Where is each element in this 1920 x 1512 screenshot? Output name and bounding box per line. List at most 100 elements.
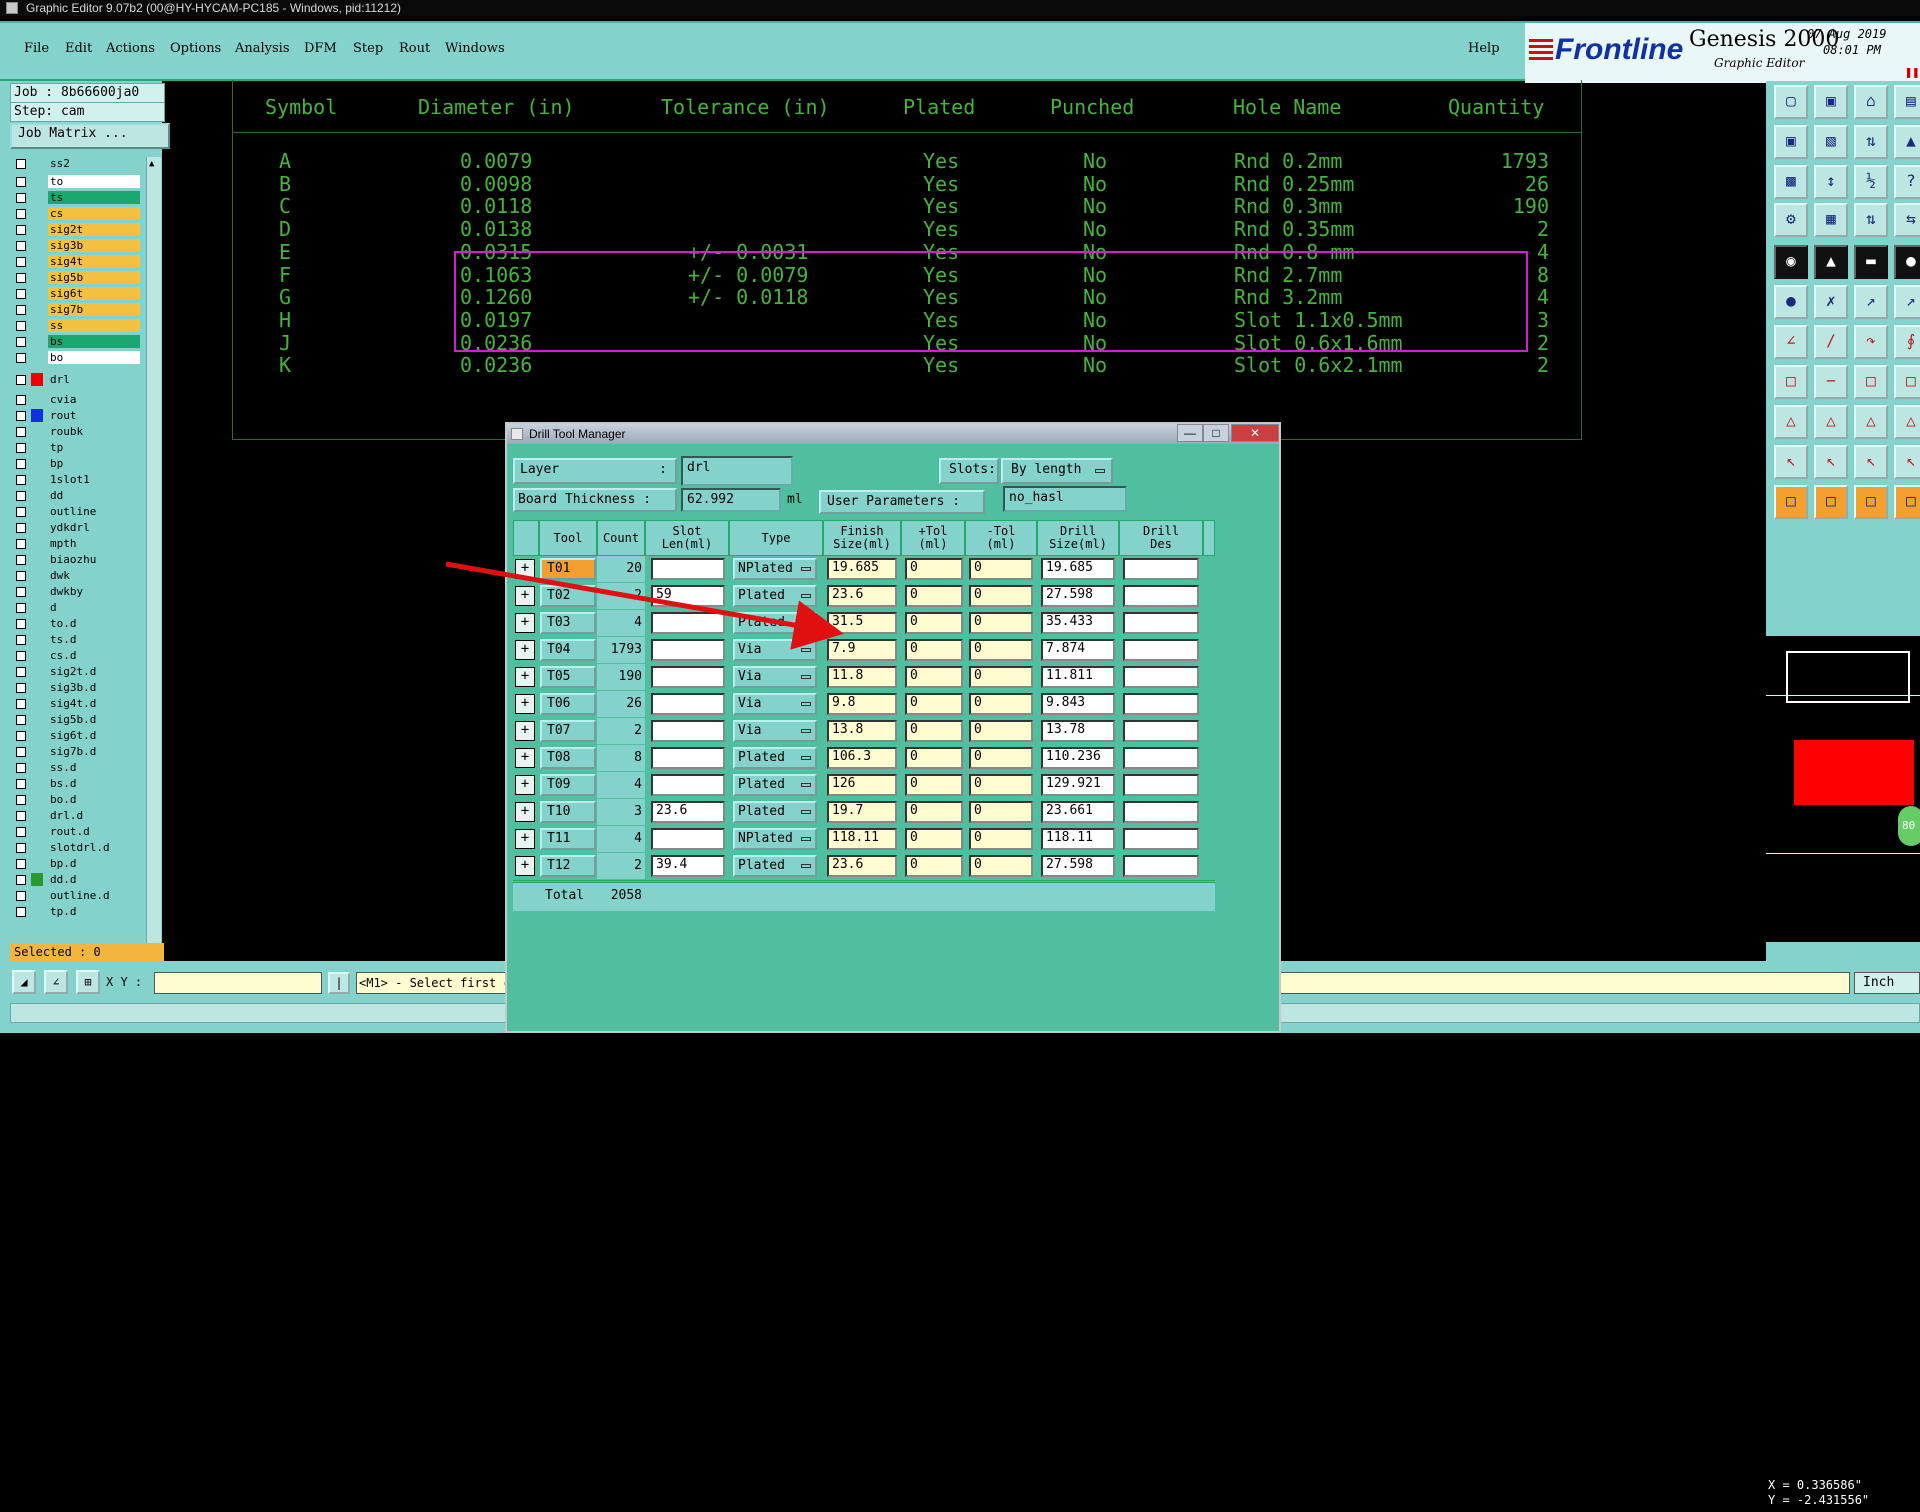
layer-color-swatch[interactable] <box>31 335 43 348</box>
menu-actions[interactable]: Actions <box>106 41 155 56</box>
finish-size-input[interactable]: 31.5 <box>827 612 897 634</box>
slot-length-input[interactable] <box>651 747 725 769</box>
extra-icon[interactable]: □ <box>1814 485 1848 519</box>
drill-size-input[interactable]: 129.921 <box>1041 774 1115 796</box>
finish-size-input[interactable]: 126 <box>827 774 897 796</box>
layer-checkbox[interactable] <box>16 539 26 549</box>
finish-size-input[interactable]: 23.6 <box>827 585 897 607</box>
help-icon[interactable]: ? <box>1894 165 1920 199</box>
pad-icon[interactable]: ● <box>1894 245 1920 279</box>
drill-size-input[interactable]: 110.236 <box>1041 747 1115 769</box>
layer-checkbox[interactable] <box>16 555 26 565</box>
layer-row[interactable]: dd.d <box>10 873 146 887</box>
layer-checkbox[interactable] <box>16 177 26 187</box>
flip-icon[interactable]: ∮ <box>1894 325 1920 359</box>
layer-name[interactable]: to.d <box>48 617 140 630</box>
layer-name[interactable]: tp.d <box>48 905 140 918</box>
layer-row[interactable]: cs.d <box>10 649 146 663</box>
type-dropdown[interactable]: NPlated <box>733 558 817 580</box>
slot-length-input[interactable] <box>651 666 725 688</box>
layer-checkbox[interactable] <box>16 443 26 453</box>
tool-id[interactable]: T02 <box>540 585 596 607</box>
layer-color-swatch[interactable] <box>31 373 43 386</box>
layer-checkbox[interactable] <box>16 523 26 533</box>
minus-icon[interactable]: − <box>1814 365 1848 399</box>
expand-row-button[interactable]: + <box>515 559 535 579</box>
layer-color-swatch[interactable] <box>31 223 43 236</box>
finish-size-input[interactable]: 13.8 <box>827 720 897 742</box>
measure-icon[interactable]: ◢ <box>12 970 36 994</box>
layer-name[interactable]: dwkby <box>48 585 140 598</box>
layer-name[interactable]: bo <box>48 351 140 364</box>
drill-des-input[interactable] <box>1123 558 1199 580</box>
finish-size-input[interactable]: 106.3 <box>827 747 897 769</box>
layer-checkbox[interactable] <box>16 811 26 821</box>
layer-row[interactable]: bo.d <box>10 793 146 807</box>
type-dropdown[interactable]: Via <box>733 693 817 715</box>
layer-color-swatch[interactable] <box>31 191 43 204</box>
layer-color-swatch[interactable] <box>31 505 43 518</box>
left-icon[interactable]: ▣ <box>1774 125 1808 159</box>
tool-id[interactable]: T04 <box>540 639 596 661</box>
layer-row[interactable]: sig5b <box>10 271 146 285</box>
measure-icon[interactable]: ▬ <box>1854 245 1888 279</box>
half-icon[interactable]: ½ <box>1854 165 1888 199</box>
layer-checkbox[interactable] <box>16 491 26 501</box>
layer-color-swatch[interactable] <box>31 287 43 300</box>
layer-name[interactable]: rout <box>48 409 140 422</box>
layer-name[interactable]: drl.d <box>48 809 140 822</box>
slot-length-input[interactable]: 23.6 <box>651 801 725 823</box>
trace-icon[interactable]: ↖ <box>1894 445 1920 479</box>
tool-id[interactable]: T01 <box>540 558 596 580</box>
expand-row-button[interactable]: + <box>515 613 535 633</box>
layer-color-swatch[interactable] <box>31 489 43 502</box>
type-dropdown[interactable]: Plated <box>733 585 817 607</box>
net-icon[interactable]: ⇅ <box>1854 203 1888 237</box>
layer-row[interactable]: cvia <box>10 393 146 407</box>
points-icon[interactable]: ● <box>1774 285 1808 319</box>
type-dropdown[interactable]: Via <box>733 639 817 661</box>
layer-color-swatch[interactable] <box>31 857 43 870</box>
layer-row[interactable]: roubk <box>10 425 146 439</box>
layer-row[interactable]: rout <box>10 409 146 423</box>
layer-color-swatch[interactable] <box>31 157 43 170</box>
layer-row[interactable]: d <box>10 601 146 615</box>
expand-row-button[interactable]: + <box>515 667 535 687</box>
layer-color-swatch[interactable] <box>31 825 43 838</box>
plus-tol-input[interactable]: 0 <box>905 639 963 661</box>
layer-checkbox[interactable] <box>16 875 26 885</box>
plus-tol-input[interactable]: 0 <box>905 828 963 850</box>
layer-color-swatch[interactable] <box>31 761 43 774</box>
move-icon[interactable]: ⇆ <box>1894 203 1920 237</box>
layer-checkbox[interactable] <box>16 321 26 331</box>
layer-checkbox[interactable] <box>16 257 26 267</box>
layer-name[interactable]: bs <box>48 335 140 348</box>
type-dropdown[interactable]: Plated <box>733 747 817 769</box>
layer-row[interactable]: outline <box>10 505 146 519</box>
plus-tol-input[interactable]: 0 <box>905 720 963 742</box>
prompt-toggle-button[interactable]: | <box>328 972 350 994</box>
layer-checkbox[interactable] <box>16 225 26 235</box>
type-dropdown[interactable]: Plated <box>733 801 817 823</box>
layer-name[interactable]: sig7b <box>48 303 140 316</box>
view-window-indicator[interactable] <box>1794 740 1914 805</box>
layer-name[interactable]: 1slot1 <box>48 473 140 486</box>
layer-checkbox[interactable] <box>16 289 26 299</box>
area-icon[interactable]: △ <box>1894 405 1920 439</box>
layer-checkbox[interactable] <box>16 587 26 597</box>
layer-row[interactable]: to <box>10 175 146 189</box>
minus-tol-input[interactable]: 0 <box>969 774 1033 796</box>
drill-size-input[interactable]: 11.811 <box>1041 666 1115 688</box>
job-matrix-button[interactable]: Job Matrix ... <box>10 123 170 149</box>
drill-des-input[interactable] <box>1123 801 1199 823</box>
layer-color-swatch[interactable] <box>31 905 43 918</box>
slot-length-input[interactable] <box>651 639 725 661</box>
expand-row-button[interactable]: + <box>515 748 535 768</box>
tool-id[interactable]: T05 <box>540 666 596 688</box>
layer-color-swatch[interactable] <box>31 175 43 188</box>
layer-checkbox[interactable] <box>16 747 26 757</box>
layer-color-swatch[interactable] <box>31 889 43 902</box>
slash-icon[interactable]: ∕ <box>1814 325 1848 359</box>
layer-row[interactable]: sig3b <box>10 239 146 253</box>
minus-tol-input[interactable]: 0 <box>969 612 1033 634</box>
